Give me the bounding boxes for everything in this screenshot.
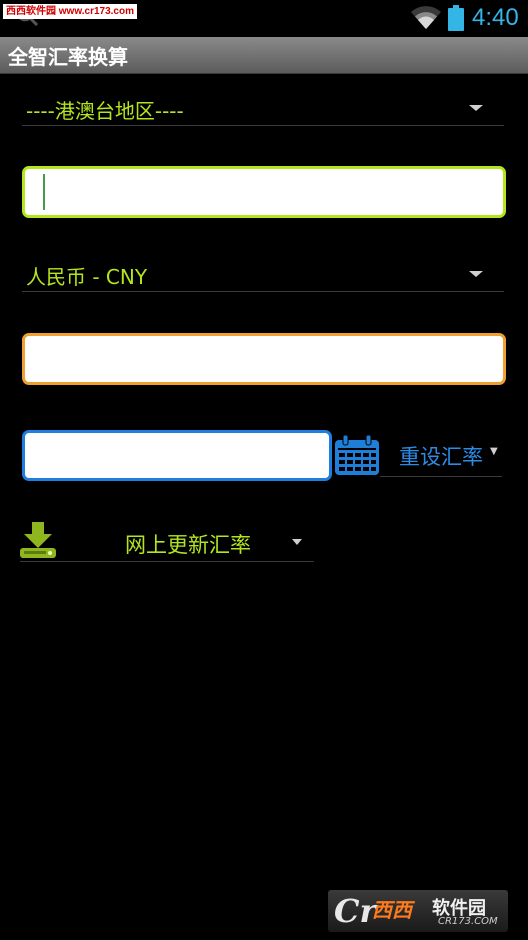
action-bar: 全智汇率换算 xyxy=(0,37,528,74)
from-currency-spinner[interactable]: ----港澳台地区---- xyxy=(22,90,504,126)
status-bar: 西西软件园 www.cr173.com 4:40 xyxy=(0,0,528,37)
dropdown-arrow-icon: ▼ xyxy=(490,446,498,457)
dropdown-arrow-icon xyxy=(469,105,483,111)
download-icon[interactable] xyxy=(18,520,58,560)
watermark-logo-mark: Cr xyxy=(334,892,377,930)
dropdown-arrow-icon xyxy=(469,271,483,277)
status-clock: 4:40 xyxy=(472,4,519,31)
battery-icon xyxy=(448,5,464,31)
watermark-top: 西西软件园 www.cr173.com xyxy=(3,4,137,19)
watermark-url: CR173.COM xyxy=(438,916,498,927)
to-currency-label: 人民币 - CNY xyxy=(26,265,148,289)
wifi-icon xyxy=(411,6,441,30)
watermark-logo: Cr 西西 软件园 CR173.COM xyxy=(328,890,508,932)
amount-to-input[interactable] xyxy=(22,333,506,385)
reset-rate-spinner[interactable]: 重设汇率 ▼ xyxy=(380,436,502,477)
calendar-icon[interactable] xyxy=(334,434,380,476)
rate-input[interactable] xyxy=(22,430,332,481)
from-currency-label: ----港澳台地区---- xyxy=(26,99,184,123)
online-update-spinner[interactable]: 网上更新汇率 xyxy=(20,520,314,562)
dropdown-arrow-icon xyxy=(292,539,302,545)
amount-from-input[interactable] xyxy=(22,166,506,218)
reset-rate-label: 重设汇率 xyxy=(399,445,483,469)
app-title: 全智汇率换算 xyxy=(8,45,128,69)
watermark-cn: 西西 xyxy=(372,898,412,922)
online-update-label: 网上更新汇率 xyxy=(125,533,251,557)
to-currency-spinner[interactable]: 人民币 - CNY xyxy=(22,256,504,292)
text-cursor xyxy=(43,174,45,210)
